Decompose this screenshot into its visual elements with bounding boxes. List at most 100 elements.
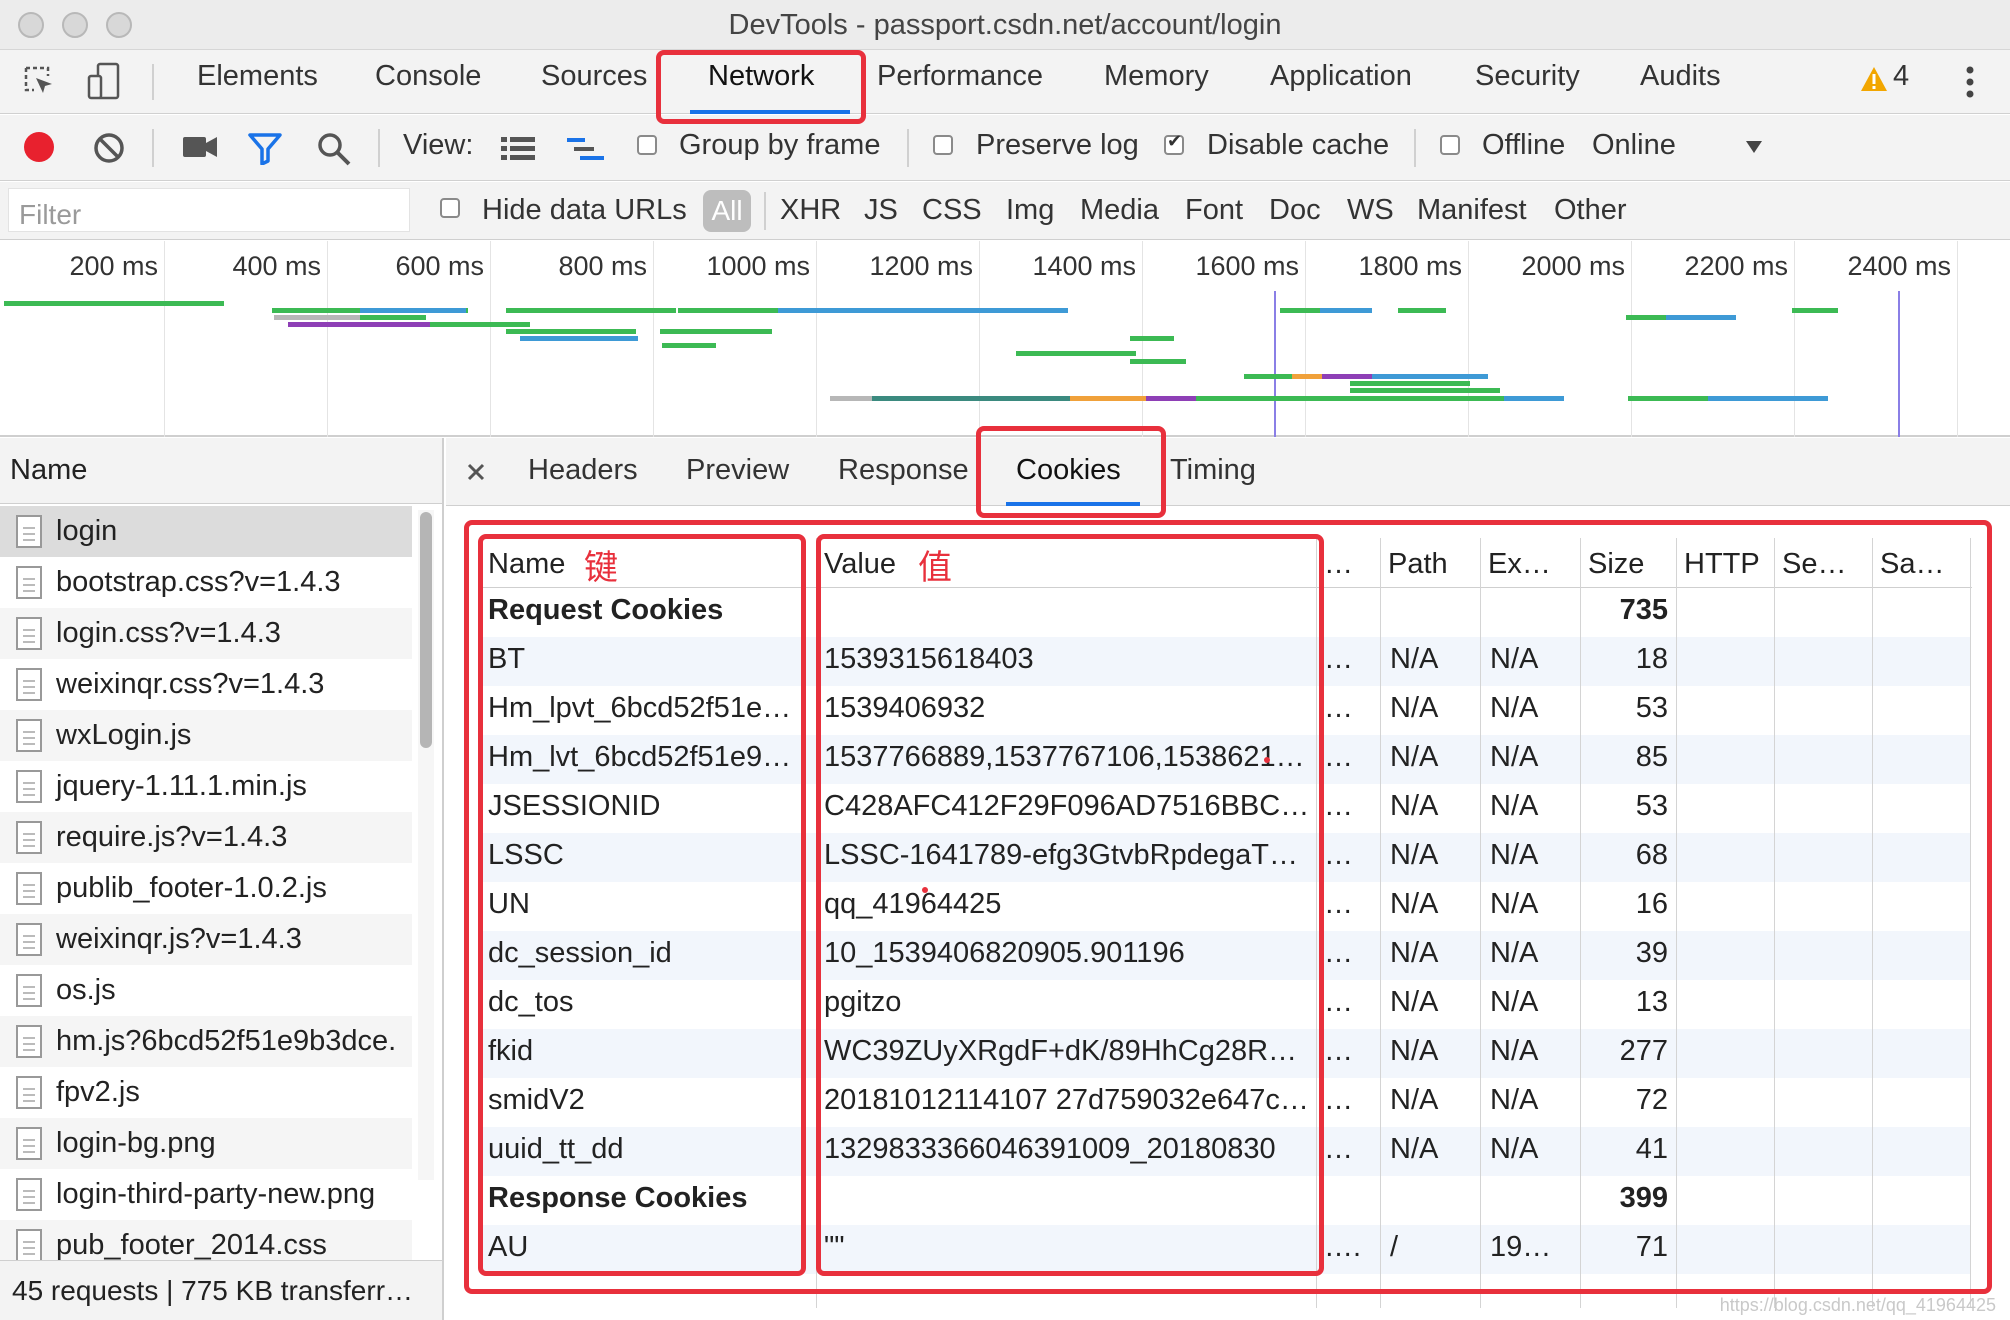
type-filter-media[interactable]: Media: [1080, 194, 1159, 227]
request-row[interactable]: pub_footer_2014.css: [0, 1220, 412, 1260]
document-icon: [16, 719, 42, 752]
request-bar: [1322, 374, 1372, 379]
annotation-dot: [1264, 757, 1270, 763]
tick-label: 600 ms: [395, 251, 484, 281]
preserve-log-checkbox[interactable]: [933, 135, 953, 155]
request-row[interactable]: require.js?v=1.4.3: [0, 812, 412, 863]
image-icon: [16, 1127, 42, 1160]
hide-data-urls-label[interactable]: Hide data URLs: [482, 194, 687, 227]
request-row[interactable]: weixinqr.js?v=1.4.3: [0, 914, 412, 965]
title-bar: DevTools - passport.csdn.net/account/log…: [0, 0, 2010, 50]
image-icon: [16, 1178, 42, 1211]
type-filter-js[interactable]: JS: [864, 194, 898, 227]
request-bar: [360, 308, 466, 313]
document-icon: [16, 566, 42, 599]
request-row[interactable]: login: [0, 506, 412, 557]
request-row[interactable]: login.css?v=1.4.3: [0, 608, 412, 659]
load-marker: [1898, 291, 1900, 437]
request-bar: [506, 329, 636, 334]
request-bar: [1130, 336, 1174, 341]
request-row[interactable]: login-third-party-new.png: [0, 1169, 412, 1220]
warning-icon[interactable]: [1860, 66, 1888, 92]
request-list-scroll-thumb[interactable]: [420, 512, 432, 748]
request-row[interactable]: weixinqr.css?v=1.4.3: [0, 659, 412, 710]
preserve-log-label[interactable]: Preserve log: [976, 129, 1139, 162]
document-icon: [16, 668, 42, 701]
type-filter-img[interactable]: Img: [1006, 194, 1054, 227]
hide-data-urls-checkbox[interactable]: [440, 198, 460, 218]
type-filter-other[interactable]: Other: [1554, 194, 1627, 227]
tab-timing[interactable]: Timing: [1170, 454, 1256, 487]
record-icon[interactable]: [22, 130, 56, 164]
tab-application[interactable]: Application: [1270, 60, 1412, 93]
request-bar: [1504, 396, 1564, 401]
request-bar: [1146, 396, 1196, 401]
highlight-name-column: [478, 534, 806, 1276]
warning-count[interactable]: 4: [1893, 60, 1909, 93]
request-bar: [1292, 374, 1322, 379]
type-filter-ws[interactable]: WS: [1347, 194, 1394, 227]
highlight-network-tab: [656, 50, 866, 124]
tab-security[interactable]: Security: [1475, 60, 1580, 93]
type-filter-doc[interactable]: Doc: [1269, 194, 1321, 227]
tab-headers[interactable]: Headers: [528, 454, 638, 487]
watermark: https://blog.csdn.net/qq_41964425: [1719, 1295, 1996, 1315]
type-filter-css[interactable]: CSS: [922, 194, 982, 227]
search-icon[interactable]: [316, 131, 352, 167]
inspect-element-icon[interactable]: [22, 64, 58, 100]
document-icon: [16, 770, 42, 803]
offline-checkbox[interactable]: [1440, 135, 1460, 155]
request-bar: [1628, 396, 1708, 401]
network-toolbar: View: Group by frame Preserve log Disabl…: [0, 115, 2010, 181]
request-row[interactable]: login-bg.png: [0, 1118, 412, 1169]
tick-label: 200 ms: [69, 251, 158, 281]
request-row[interactable]: jquery-1.11.1.min.js: [0, 761, 412, 812]
request-bar: [1320, 308, 1372, 313]
group-by-frame-checkbox[interactable]: [637, 135, 657, 155]
tab-audits[interactable]: Audits: [1640, 60, 1721, 93]
request-bar: [662, 343, 716, 348]
tick-label: 1600 ms: [1195, 251, 1299, 281]
tab-preview[interactable]: Preview: [686, 454, 789, 487]
offline-label[interactable]: Offline: [1482, 129, 1565, 162]
tab-sources[interactable]: Sources: [541, 60, 647, 93]
clear-icon[interactable]: [92, 131, 126, 165]
type-filter-manifest[interactable]: Manifest: [1417, 194, 1527, 227]
request-row[interactable]: hm.js?6bcd52f51e9b3dce.: [0, 1016, 412, 1067]
request-row[interactable]: os.js: [0, 965, 412, 1016]
waterfall-overview-icon[interactable]: [566, 137, 606, 163]
request-row[interactable]: fpv2.js: [0, 1067, 412, 1118]
type-filter-xhr[interactable]: XHR: [780, 194, 841, 227]
disable-cache-checkbox[interactable]: [1164, 131, 1184, 155]
tab-console[interactable]: Console: [375, 60, 481, 93]
name-column-header[interactable]: Name: [0, 438, 442, 504]
throttling-select[interactable]: Online: [1592, 129, 1676, 162]
request-bar: [360, 315, 426, 320]
filter-icon[interactable]: [248, 133, 282, 165]
request-row[interactable]: publib_footer-1.0.2.js: [0, 863, 412, 914]
request-row[interactable]: wxLogin.js: [0, 710, 412, 761]
tab-response[interactable]: Response: [838, 454, 969, 487]
type-filter-font[interactable]: Font: [1185, 194, 1243, 227]
devtools-window: { "window": {"title": "DevTools - passpo…: [0, 0, 2010, 1320]
tab-memory[interactable]: Memory: [1104, 60, 1209, 93]
more-options-icon[interactable]: [1964, 64, 1976, 100]
tab-elements[interactable]: Elements: [197, 60, 318, 93]
chevron-down-icon[interactable]: [1744, 139, 1764, 155]
device-toolbar-icon[interactable]: [86, 62, 122, 102]
filter-input[interactable]: Filter: [8, 188, 410, 232]
request-row[interactable]: bootstrap.css?v=1.4.3: [0, 557, 412, 608]
request-bar: [1130, 359, 1186, 364]
capture-screenshots-icon[interactable]: [182, 135, 218, 159]
type-filter-all[interactable]: All: [703, 190, 751, 232]
tab-performance[interactable]: Performance: [877, 60, 1043, 93]
disable-cache-label[interactable]: Disable cache: [1207, 129, 1389, 162]
request-bar: [430, 322, 530, 327]
large-rows-icon[interactable]: [500, 136, 536, 162]
group-by-frame-label[interactable]: Group by frame: [679, 129, 880, 162]
window-title: DevTools - passport.csdn.net/account/log…: [728, 9, 1282, 41]
close-icon[interactable]: [466, 462, 486, 482]
request-bar: [520, 336, 638, 341]
network-overview[interactable]: 200 ms 400 ms 600 ms 800 ms 1000 ms 1200…: [0, 241, 2010, 437]
annotation-value: 值: [918, 548, 952, 588]
